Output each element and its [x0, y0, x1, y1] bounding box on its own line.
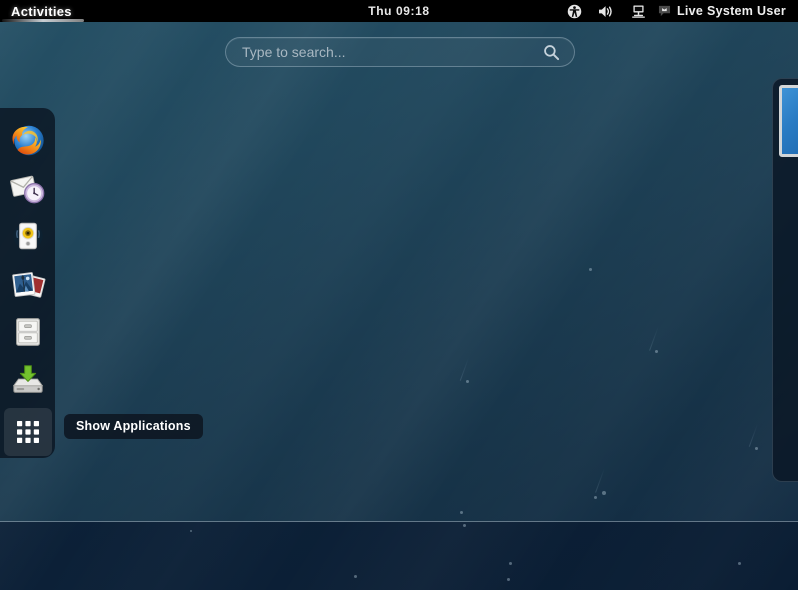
dash-item-evolution-mail[interactable]	[4, 164, 52, 212]
workspace-thumbnail[interactable]	[779, 85, 798, 157]
user-menu[interactable]: Live System User	[654, 0, 792, 22]
dash-item-firefox[interactable]	[4, 116, 52, 164]
user-name-label: Live System User	[676, 4, 786, 18]
activities-active-indicator	[2, 19, 84, 22]
show-applications-button[interactable]	[3, 408, 52, 456]
workspace-switcher	[772, 78, 798, 482]
files-cabinet-icon	[9, 313, 47, 351]
rhythmbox-icon	[9, 217, 47, 255]
search-icon[interactable]	[543, 44, 560, 61]
volume-icon	[598, 4, 615, 19]
search-input[interactable]: Type to search...	[242, 44, 543, 60]
network-workstation-icon	[631, 4, 646, 19]
app-grid-icon	[15, 419, 41, 445]
universal-access-menu[interactable]	[559, 0, 590, 22]
volume-menu[interactable]	[590, 0, 623, 22]
dash	[0, 108, 55, 458]
network-menu[interactable]	[623, 0, 654, 22]
gnome-shell-overview: Activities Thu 09:18 Live System User Ty…	[0, 0, 798, 590]
shotwell-photos-icon	[9, 265, 47, 303]
overview-background	[0, 22, 798, 590]
activities-label: Activities	[11, 3, 72, 19]
show-applications-tooltip: Show Applications	[64, 414, 203, 439]
evolution-mail-icon	[9, 169, 47, 207]
overview-background-lower	[0, 522, 798, 590]
chat-message-icon	[658, 5, 671, 17]
dash-item-files[interactable]	[4, 308, 52, 356]
dash-item-rhythmbox[interactable]	[4, 212, 52, 260]
tooltip-label: Show Applications	[76, 419, 191, 433]
clock-label: Thu 09:18	[368, 4, 430, 18]
top-bar: Activities Thu 09:18 Live System User	[0, 0, 798, 22]
universal-access-icon	[567, 4, 582, 19]
search-entry[interactable]: Type to search...	[225, 37, 575, 67]
dash-item-install-to-disk[interactable]	[4, 356, 52, 404]
dash-item-shotwell[interactable]	[4, 260, 52, 308]
overview-divider	[0, 521, 798, 522]
install-to-disk-icon	[9, 361, 47, 399]
status-area: Live System User	[559, 0, 792, 22]
firefox-icon	[9, 121, 47, 159]
